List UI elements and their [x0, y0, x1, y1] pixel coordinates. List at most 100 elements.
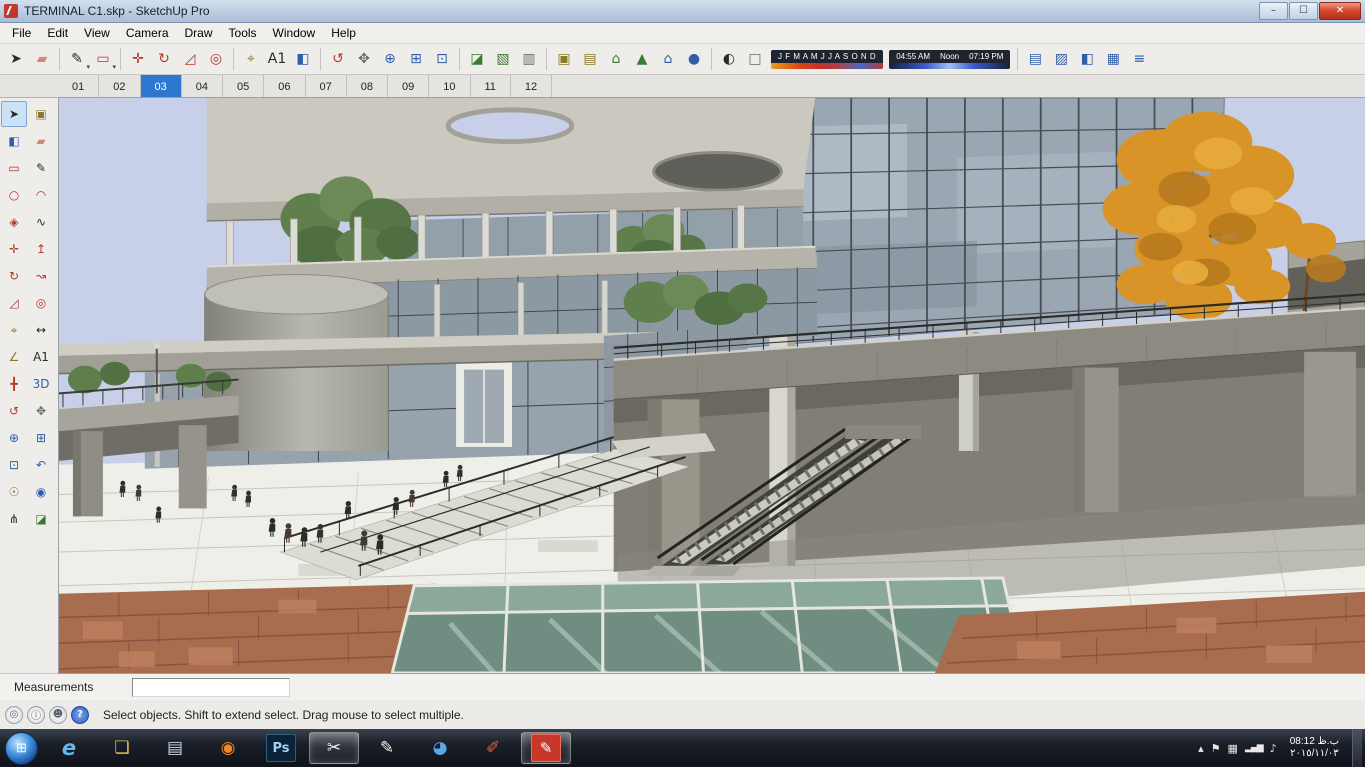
menu-edit[interactable]: Edit [39, 24, 76, 42]
scenes-panel-button[interactable]: ▦ [1100, 46, 1126, 72]
follow-me-tool[interactable]: ↝ [28, 263, 54, 289]
move-tool-button[interactable]: ✛ [125, 46, 151, 72]
photo-textures-button[interactable]: ⌂ [655, 46, 681, 72]
scene-tab-12[interactable]: 12 [511, 75, 553, 97]
line-tool-button[interactable]: ✎ [64, 46, 90, 72]
scene-tab-10[interactable]: 10 [429, 75, 471, 97]
taskbar-windows-explorer[interactable]: ❏ [97, 732, 147, 764]
eraser-tool[interactable]: ▰ [28, 128, 54, 154]
axes-tool[interactable]: ╋ [1, 371, 27, 397]
zoom-tool-button[interactable]: ⊕ [377, 46, 403, 72]
scene-tab-01[interactable]: 01 [58, 75, 100, 97]
shadow-date-slider[interactable]: J F M A M J J A S O N D [771, 49, 884, 69]
arc-tool[interactable]: ◠ [28, 182, 54, 208]
paint-bucket-tool[interactable]: ◧ [1, 128, 27, 154]
toggle-terrain-button[interactable]: ▲ [629, 46, 655, 72]
pan-tool[interactable]: ✥ [28, 398, 54, 424]
protractor-tool[interactable]: ∠ [1, 344, 27, 370]
select-tool[interactable]: ➤ [1, 101, 27, 127]
taskbar-internet-explorer[interactable]: e [44, 732, 94, 764]
shadow-time-slider[interactable]: 04:55 AM Noon 07:19 PM [889, 49, 1011, 69]
share-model-button[interactable]: ▤ [577, 46, 603, 72]
claim-credit-icon[interactable]: ⓘ [27, 705, 45, 724]
outliner-panel-button[interactable]: ≡ [1126, 46, 1152, 72]
layers-panel-button[interactable]: ▤ [1022, 46, 1048, 72]
tray-network-icon[interactable]: ▂▄▆ [1245, 743, 1264, 753]
scene-tab-06[interactable]: 06 [264, 75, 306, 97]
scene-tab-04[interactable]: 04 [182, 75, 223, 97]
menu-draw[interactable]: Draw [177, 24, 221, 42]
scale-tool-button[interactable]: ◿ [177, 46, 203, 72]
tape-measure-tool[interactable]: ⌖ [1, 317, 27, 343]
help-icon[interactable]: ? [71, 705, 89, 724]
display-section-planes-button[interactable]: ▧ [490, 46, 516, 72]
menu-file[interactable]: File [4, 24, 39, 42]
paint-bucket-tool-button[interactable]: ◧ [290, 46, 316, 72]
rotate-tool-button[interactable]: ↻ [151, 46, 177, 72]
look-around-tool[interactable]: ◉ [28, 479, 54, 505]
sign-in-icon[interactable]: ☻ [49, 705, 67, 724]
polygon-tool[interactable]: ◈ [1, 209, 27, 235]
walk-tool[interactable]: ⋔ [1, 506, 27, 532]
dimension-tool[interactable]: ↔ [28, 317, 54, 343]
scene-tab-05[interactable]: 05 [223, 75, 265, 97]
taskbar-clock[interactable]: ب.ظ 08:12 ٢٠١٥/١١/٠٣ [1290, 736, 1339, 760]
close-button[interactable]: ✕ [1319, 2, 1361, 20]
shadow-settings-button[interactable]: ◐ [716, 46, 742, 72]
freehand-tool[interactable]: ∿ [28, 209, 54, 235]
previous-view-tool[interactable]: ↶ [28, 452, 54, 478]
offset-tool-button[interactable]: ◎ [203, 46, 229, 72]
taskbar-pen-notes[interactable]: ✎ [362, 732, 412, 764]
start-button[interactable]: ⊞ [5, 731, 38, 765]
menu-window[interactable]: Window [265, 24, 324, 42]
taskbar-photoshop[interactable]: Ps [256, 732, 306, 764]
scene-tab-03[interactable]: 03 [140, 75, 182, 97]
taskbar-text-editor[interactable]: ▤ [150, 732, 200, 764]
taskbar-media-player[interactable]: ◉ [203, 732, 253, 764]
tape-measure-tool-button[interactable]: ⌖ [238, 46, 264, 72]
preview-in-earth-button[interactable]: ● [681, 46, 707, 72]
tray-expand-icon[interactable]: ▴ [1198, 742, 1204, 755]
offset-tool[interactable]: ◎ [28, 290, 54, 316]
get-models-button[interactable]: ▣ [551, 46, 577, 72]
shadow-toggle-button[interactable]: □ [742, 46, 768, 72]
zoom-extents-tool-button[interactable]: ⊡ [429, 46, 455, 72]
measurements-input[interactable] [132, 677, 290, 697]
section-plane-tool-button[interactable]: ◪ [464, 46, 490, 72]
taskbar-sketchup[interactable]: ✎ [521, 732, 571, 764]
tray-activity-icon[interactable]: ▦ [1228, 742, 1238, 755]
geolocation-icon[interactable]: ◎ [5, 705, 23, 724]
make-component-tool[interactable]: ▣ [28, 101, 54, 127]
menu-tools[interactable]: Tools [221, 24, 265, 42]
pan-tool-button[interactable]: ✥ [351, 46, 377, 72]
circle-tool[interactable]: ○ [1, 182, 27, 208]
add-location-button[interactable]: ⌂ [603, 46, 629, 72]
position-camera-tool[interactable]: ☉ [1, 479, 27, 505]
menu-camera[interactable]: Camera [118, 24, 177, 42]
zoom-extents-tool[interactable]: ⊡ [1, 452, 27, 478]
zoom-tool[interactable]: ⊕ [1, 425, 27, 451]
orbit-tool[interactable]: ↺ [1, 398, 27, 424]
tray-action-center-icon[interactable]: ⚑ [1211, 742, 1221, 755]
text-tool-button[interactable]: A1 [264, 46, 290, 72]
minimize-button[interactable]: – [1259, 2, 1288, 20]
menu-help[interactable]: Help [323, 24, 364, 42]
viewport-3d-scene[interactable] [58, 97, 1365, 674]
materials-panel-button[interactable]: ▨ [1048, 46, 1074, 72]
eraser-tool-button[interactable]: ▰ [29, 46, 55, 72]
select-tool-button[interactable]: ➤ [3, 46, 29, 72]
scale-tool[interactable]: ◿ [1, 290, 27, 316]
display-section-cuts-button[interactable]: ▥ [516, 46, 542, 72]
zoom-window-tool[interactable]: ⊞ [28, 425, 54, 451]
taskbar-google-earth[interactable]: ◕ [415, 732, 465, 764]
scene-tab-11[interactable]: 11 [471, 75, 511, 97]
show-desktop-button[interactable] [1352, 729, 1362, 767]
taskbar-snipping-tool[interactable]: ✂ [309, 732, 359, 764]
scene-tab-08[interactable]: 08 [347, 75, 388, 97]
tray-volume-icon[interactable]: ♪ [1270, 742, 1277, 755]
taskbar-style-builder[interactable]: ✐ [468, 732, 518, 764]
maximize-button[interactable]: ☐ [1289, 2, 1318, 20]
zoom-window-tool-button[interactable]: ⊞ [403, 46, 429, 72]
rectangle-tool[interactable]: ▭ [1, 155, 27, 181]
menu-view[interactable]: View [76, 24, 118, 42]
